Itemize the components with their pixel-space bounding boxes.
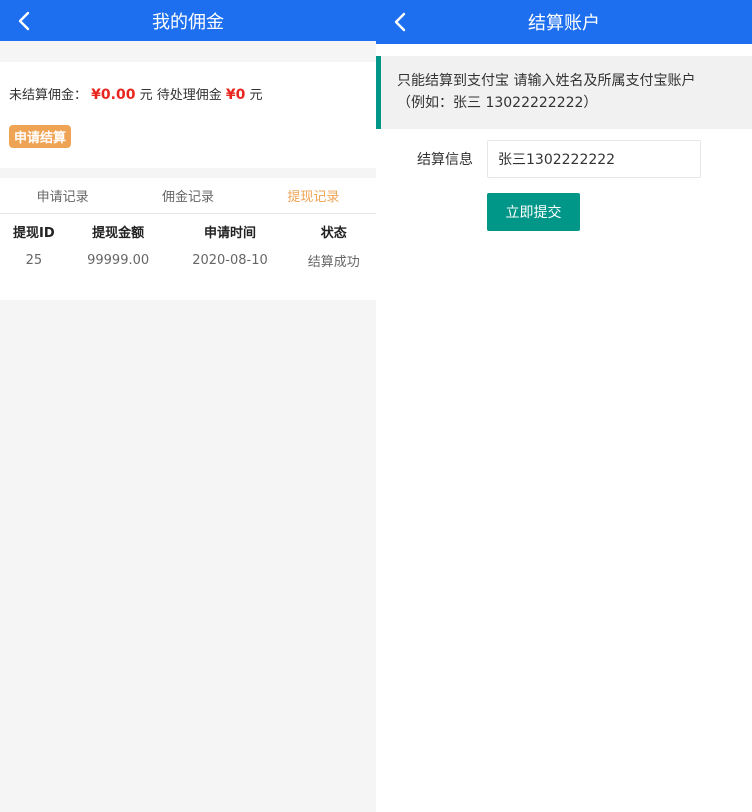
chevron-left-icon — [18, 11, 30, 30]
table-cell: 99999.00 — [87, 252, 150, 268]
unit-label: 元 — [139, 88, 153, 103]
commission-summary-line: 未结算佣金： ¥0.00 元 待处理佣金 ¥0 元 — [9, 84, 263, 103]
page-title: 我的佣金 — [152, 11, 224, 33]
tab-commission-records[interactable]: 佣金记录 — [125, 178, 250, 213]
records-tabs: 申请记录 佣金记录 提现记录 — [0, 178, 376, 214]
back-button[interactable] — [386, 0, 414, 44]
records-section: 申请记录 佣金记录 提现记录 提现ID 提现金额 申请时间 状态 25 9999… — [0, 178, 376, 300]
unsettled-label: 未结算佣金： — [9, 88, 88, 103]
tab-withdrawal-records[interactable]: 提现记录 — [251, 178, 376, 213]
tab-application-records[interactable]: 申请记录 — [0, 178, 125, 213]
settlement-account-panel: 结算账户 只能结算到支付宝 请输入姓名及所属支付宝账户 （例如：张三 13022… — [376, 0, 752, 812]
settlement-header: 结算账户 — [376, 0, 752, 44]
back-button[interactable] — [10, 0, 38, 41]
pending-amount: ¥0 — [225, 87, 246, 103]
notice-line: 只能结算到支付宝 请输入姓名及所属支付宝账户 — [397, 73, 696, 89]
settlement-info-input[interactable] — [487, 140, 701, 178]
table-cell: 2020-08-10 — [192, 252, 268, 268]
column-header: 状态 — [320, 225, 347, 241]
commission-summary: 未结算佣金： ¥0.00 元 待处理佣金 ¥0 元 申请结算 — [0, 62, 376, 168]
withdrawal-table: 提现ID 提现金额 申请时间 状态 25 99999.00 2020-08-10… — [0, 214, 376, 276]
unit-label: 元 — [249, 88, 263, 103]
apply-settlement-button[interactable]: 申请结算 — [9, 125, 72, 148]
commission-header: 我的佣金 — [0, 0, 376, 41]
table-row: 25 99999.00 2020-08-10 结算成功 — [0, 244, 376, 276]
table-cell: 结算成功 — [307, 254, 360, 270]
table-cell: 25 — [25, 252, 43, 268]
submit-button[interactable]: 立即提交 — [487, 193, 580, 231]
chevron-left-icon — [394, 12, 406, 32]
commission-panel: 我的佣金 未结算佣金： ¥0.00 元 待处理佣金 ¥0 元 申请结算 申请记录… — [0, 0, 376, 812]
notice-example: （例如：张三 13022222222） — [397, 95, 598, 111]
table-header-row: 提现ID 提现金额 申请时间 状态 — [0, 214, 376, 244]
settlement-notice: 只能结算到支付宝 请输入姓名及所属支付宝账户 （例如：张三 1302222222… — [376, 56, 752, 129]
pending-label: 待处理佣金 — [156, 88, 222, 103]
column-header: 申请时间 — [203, 225, 256, 241]
column-header: 提现金额 — [92, 225, 145, 241]
settlement-info-label: 结算信息 — [417, 152, 473, 168]
settlement-info-row: 结算信息 — [376, 140, 752, 178]
unsettled-amount: ¥0.00 — [91, 87, 136, 103]
page-title: 结算账户 — [528, 13, 600, 34]
column-header: 提现ID — [13, 225, 55, 241]
